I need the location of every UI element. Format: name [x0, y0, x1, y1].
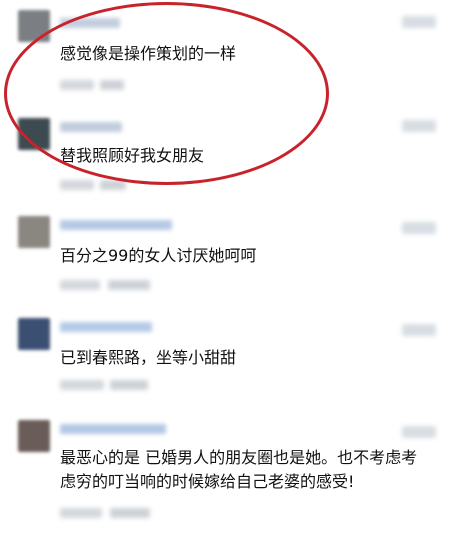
reply-link-blurred[interactable] [110, 380, 148, 390]
comment-text: 百分之99的女人讨厌她呵呵 [60, 246, 257, 265]
username-blurred[interactable] [60, 122, 122, 132]
like-button-blurred[interactable] [402, 120, 436, 132]
comment-text: 已到春熙路，坐等小甜甜 [60, 348, 237, 367]
comment-text: 感觉像是操作策划的一样 [60, 44, 237, 63]
username-blurred[interactable] [60, 424, 166, 434]
comment-meta-blurred [60, 180, 94, 190]
avatar[interactable] [18, 10, 50, 42]
comment-meta-blurred [60, 80, 94, 90]
like-button-blurred[interactable] [402, 222, 436, 234]
avatar[interactable] [18, 420, 50, 452]
username-blurred[interactable] [60, 18, 120, 28]
username-blurred[interactable] [60, 322, 152, 332]
comment-meta-blurred [60, 380, 104, 390]
like-button-blurred[interactable] [402, 324, 436, 336]
comment-meta-blurred [60, 280, 100, 290]
reply-link-blurred[interactable] [110, 508, 150, 518]
reply-link-blurred[interactable] [100, 180, 126, 190]
avatar[interactable] [18, 318, 50, 350]
like-button-blurred[interactable] [402, 426, 436, 438]
like-button-blurred[interactable] [402, 16, 436, 28]
comment-text: 最恶心的是 已婚男人的朋友圈也是她。也不考虑考虑穷的叮当响的时候嫁给自己老婆的感… [60, 448, 418, 491]
comment-text: 替我照顾好我女朋友 [60, 146, 205, 165]
username-blurred[interactable] [60, 220, 172, 230]
comment-meta-blurred [60, 508, 102, 518]
reply-link-blurred[interactable] [108, 280, 150, 290]
avatar[interactable] [18, 118, 50, 150]
avatar[interactable] [18, 216, 50, 248]
reply-link-blurred[interactable] [100, 80, 124, 90]
